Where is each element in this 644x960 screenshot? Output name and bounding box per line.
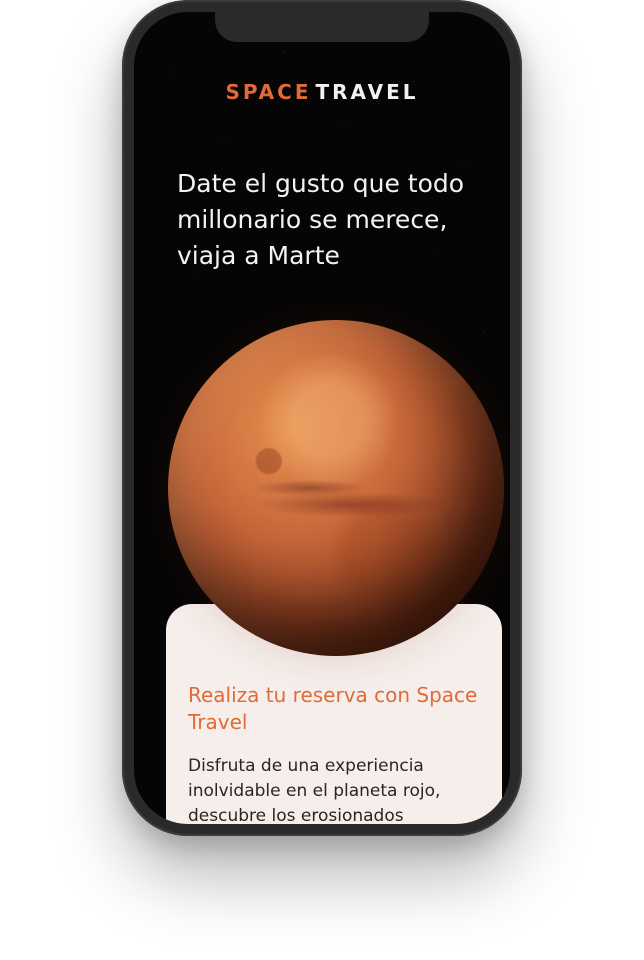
brand-word-travel: TRAVEL bbox=[315, 80, 419, 104]
phone-frame: SPACE TRAVEL Date el gusto que todo millo… bbox=[122, 0, 522, 836]
phone-screen: SPACE TRAVEL Date el gusto que todo millo… bbox=[134, 12, 510, 824]
page: SPACE TRAVEL Date el gusto que todo millo… bbox=[0, 0, 644, 960]
hero-headline: Date el gusto que todo millonario se mer… bbox=[177, 169, 465, 270]
brand-logo[interactable]: SPACE TRAVEL bbox=[134, 80, 510, 104]
brand-word-space: SPACE bbox=[225, 80, 312, 104]
mars-planet-image bbox=[168, 320, 504, 656]
booking-card-title[interactable]: Realiza tu reserva con Space Travel bbox=[188, 682, 488, 736]
booking-card-text: Disfruta de una experiencia inolvidable … bbox=[188, 756, 441, 824]
phone-notch bbox=[215, 12, 429, 42]
